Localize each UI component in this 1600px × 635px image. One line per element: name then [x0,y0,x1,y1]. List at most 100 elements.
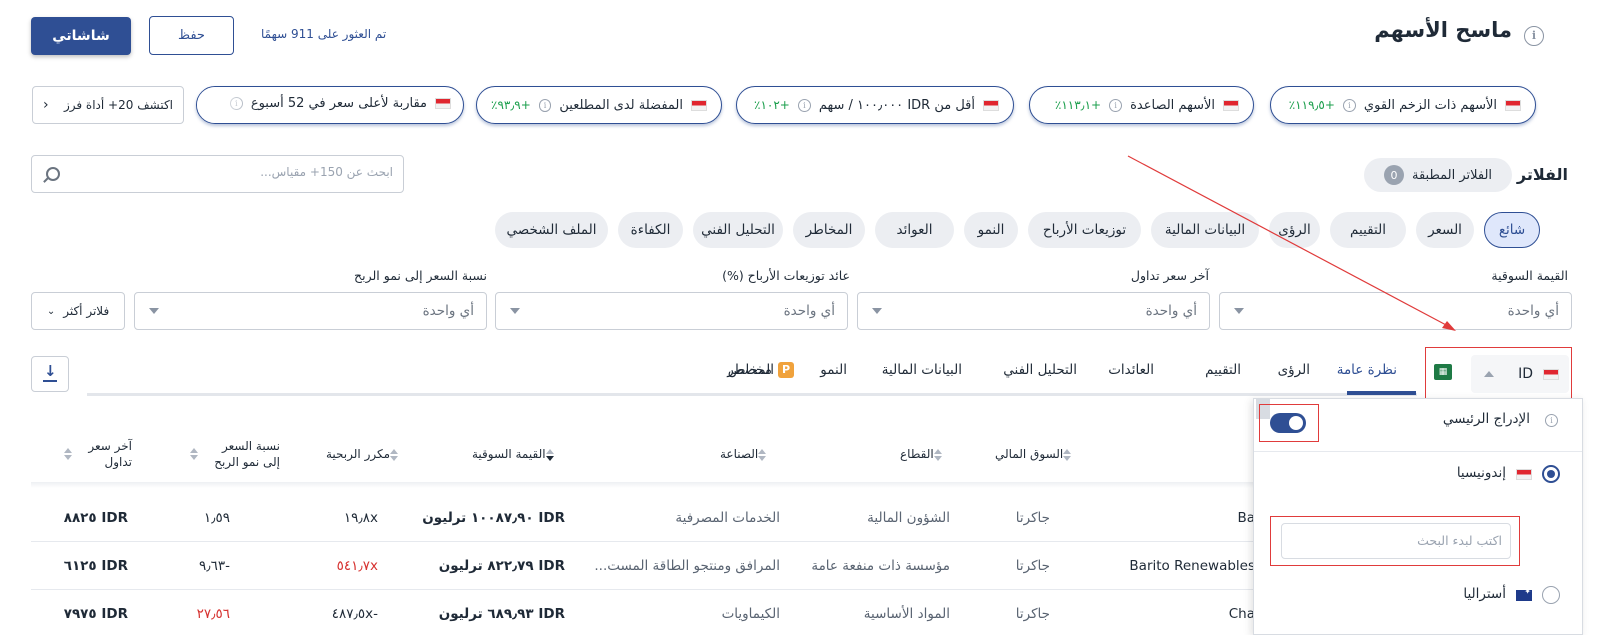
market-cap-select[interactable]: أي واحدة [1219,292,1572,330]
company-name[interactable]: Cha [1229,606,1255,622]
indonesia-flag-icon [983,99,999,111]
peg-cell: ١٫٥٩ [203,510,230,526]
market-dropdown[interactable]: ID [1471,355,1569,393]
market-selector[interactable]: ID ▦ [1425,347,1572,401]
tab-returns[interactable]: العائدات [1108,362,1154,378]
col-header-peg[interactable]: نسبة السعر إلى نمو الربح [190,438,280,470]
divider [1254,451,1582,452]
company-name[interactable]: Barito Renewables [1129,558,1255,574]
filter-label-last-price: آخر سعر تداول [1130,268,1209,283]
price-cell: IDR ٨٨٢٥ [63,510,128,526]
preset-52-week-high[interactable]: مقاربة لأعلى سعر في 52 أسبوع i [196,86,464,124]
tab-financials[interactable]: البيانات المالية [882,362,962,378]
metric-search-input[interactable] [93,165,393,179]
market-search[interactable] [1281,523,1511,559]
col-header-last-price[interactable]: آخر سعر تداول [64,438,132,470]
category-returns[interactable]: العوائد [875,212,954,248]
market-search-input[interactable] [1292,533,1502,548]
option-indonesia[interactable]: إندونيسيا [1457,465,1506,481]
preset-return: +١١٣٫١٪ [1054,98,1102,112]
main-listing-toggle[interactable] [1270,413,1306,433]
main-listing-label: الإدراج الرئيسي [1442,411,1530,427]
sort-desc-icon [545,448,554,461]
applied-filters-label: الفلاتر المطبقة [1411,167,1493,183]
tab-overview[interactable]: نظرة عامة [1337,362,1397,378]
col-header-label: مكرر الربحية [326,447,391,461]
category-price[interactable]: السعر [1416,212,1474,248]
preset-label: الأسهم ذات الزخم القوي [1363,97,1497,113]
col-header-sector[interactable]: القطاع [900,446,948,462]
select-value: أي واحدة [1507,303,1559,319]
premium-icon: P [778,362,794,378]
radio-indonesia[interactable] [1542,465,1560,483]
col-header-label: القيمة السوقية [472,447,546,461]
sector-cell: مؤسسة ذات منفعة عامة [811,558,950,574]
preset-strong-momentum[interactable]: الأسهم ذات الزخم القوي i +١١٩٫٥٪ [1270,86,1536,124]
last-price-select[interactable]: أي واحدة [857,292,1210,330]
exchange-cell: جاكرتا [1015,558,1050,574]
industry-cell: الكيماويات [721,606,780,622]
preset-return: +١٠٢٪ [754,98,790,112]
col-header-exchange[interactable]: السوق المالي [995,446,1077,462]
tab-custom[interactable]: P مخصص [724,362,794,378]
peg-select[interactable]: أي واحدة [134,292,487,330]
pe-cell: -٤٨٧٫٥x [331,606,378,622]
select-value: أي واحدة [422,303,474,319]
tab-custom-label: مخصص [727,362,772,378]
main-listing-toggle-highlight [1259,404,1319,442]
spreadsheet-icon[interactable]: ▦ [1434,364,1452,380]
more-filters-label: فلاتر أكثر [63,304,110,318]
tab-valuation[interactable]: التقييم [1205,362,1241,378]
pe-cell: ٥٤١٫٧x [336,558,378,574]
category-technical[interactable]: التحليل الفني [693,212,783,248]
price-cell: IDR ٧٩٧٥ [63,606,128,622]
select-value: أي واحدة [1145,303,1197,319]
price-cell: IDR ٦١٢٥ [63,558,128,574]
tab-insights[interactable]: الرؤى [1278,362,1310,378]
results-count: تم العثور على 911 سهمًا [261,27,387,41]
radio-australia[interactable] [1542,586,1560,604]
sort-icon [1063,448,1072,461]
info-icon[interactable]: i [1524,26,1544,46]
metric-search[interactable] [31,155,404,193]
category-growth[interactable]: النمو [964,212,1018,248]
chevron-up-icon [1484,371,1495,377]
download-icon [43,362,57,382]
tab-growth[interactable]: النمو [820,362,847,378]
category-efficiency[interactable]: الكفاءة [618,212,683,248]
category-dividends[interactable]: توزيعات الأرباح [1028,212,1141,248]
peg-cell: ٢٧٫٥٦ [196,606,230,622]
save-button[interactable]: حفظ [149,16,234,55]
category-profile[interactable]: الملف الشخصي [495,212,608,248]
indonesia-flag-icon [1516,469,1532,480]
discover-screeners-button[interactable]: اكتشف 20+ أداة فرز ‹ [32,86,184,124]
info-icon: i [1109,98,1123,112]
tab-technical[interactable]: التحليل الفني [1003,362,1077,378]
category-popular[interactable]: شائع [1484,212,1540,248]
info-icon: i [1545,414,1558,427]
row-divider [31,541,1271,542]
filter-label-market-cap: القيمة السوقية [1491,268,1568,283]
category-financials[interactable]: البيانات المالية [1151,212,1259,248]
col-header-market-cap[interactable]: القيمة السوقية [472,446,560,462]
applied-filters-button[interactable]: الفلاتر المطبقة 0 [1364,158,1512,192]
category-valuation[interactable]: التقييم [1330,212,1406,248]
preset-under-price[interactable]: أقل من IDR ١٠٠٫٠٠٠ / سهم i +١٠٢٪ [736,86,1014,124]
more-filters-button[interactable]: فلاتر أكثر ⌄ [31,292,125,330]
dividend-yield-select[interactable]: أي واحدة [495,292,848,330]
category-insights[interactable]: الرؤى [1269,212,1320,248]
sort-icon [758,448,767,461]
tabs-divider [87,393,1417,396]
australia-flag-icon [1516,587,1532,601]
my-screens-button[interactable]: شاشاتي [31,17,131,55]
col-header-industry[interactable]: الصناعة [720,446,772,462]
preset-label: المفضلة لدى المطلعين [559,97,683,113]
sort-icon [64,448,72,460]
preset-rising-stocks[interactable]: الأسهم الصاعدة i +١١٣٫١٪ [1029,86,1254,124]
col-header-pe[interactable]: مكرر الربحية [326,446,404,462]
col-header-label: آخر سعر تداول [88,439,132,469]
preset-insider-favorites[interactable]: المفضلة لدى المطلعين i +٩٣٫٩٪ [476,86,722,124]
option-australia[interactable]: أستراليا [1463,586,1506,602]
category-risk[interactable]: المخاطر [793,212,865,248]
download-button[interactable] [31,356,69,392]
